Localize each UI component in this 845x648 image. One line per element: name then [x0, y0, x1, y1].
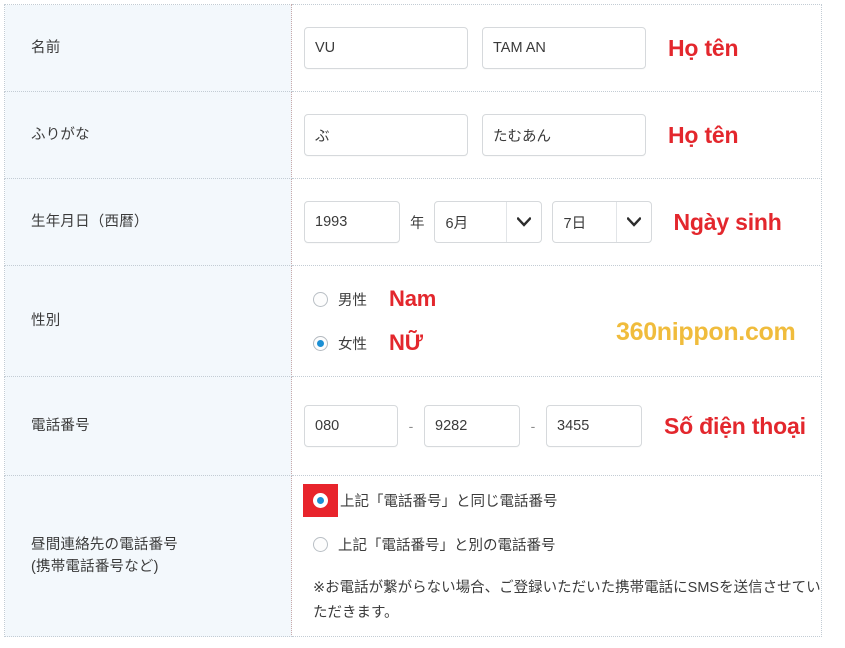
- daytime-option-other[interactable]: 上記「電話番号」と別の電話番号: [304, 530, 821, 560]
- row-fields-birthdate: 年 6月 7日 Ngày sinh: [291, 178, 822, 266]
- year-unit-label: 年: [410, 215, 425, 232]
- table-row-phone: 電話番号 - - Số điện thoại: [4, 376, 822, 476]
- phone-separator: -: [530, 418, 536, 434]
- row-label-name: 名前: [4, 4, 292, 92]
- gender-option-male[interactable]: 男性 Nam: [304, 284, 821, 314]
- phone-part3-input[interactable]: [546, 405, 642, 447]
- row-label-gender: 性別: [4, 265, 292, 377]
- radio-female-label: 女性: [338, 336, 367, 353]
- row-label-furigana: ふりがな: [4, 91, 292, 179]
- birth-month-value: 6月: [445, 215, 469, 232]
- phone-separator: -: [408, 418, 414, 434]
- table-row-furigana: ふりがな Họ tên: [4, 91, 822, 179]
- row-fields-name: Họ tên: [291, 4, 822, 92]
- annotation-female: NỮ: [389, 330, 423, 355]
- radio-other-phone[interactable]: [313, 537, 328, 553]
- annotation-male: Nam: [389, 286, 437, 311]
- radio-female[interactable]: [313, 335, 328, 351]
- annotation-name: Họ tên: [668, 34, 739, 61]
- radio-same-phone-label: 上記「電話番号」と同じ電話番号: [340, 494, 558, 511]
- row-label-daytime-phone: 昼間連絡先の電話番号 (携帯電話番号など): [4, 475, 292, 637]
- radio-same-phone[interactable]: [313, 493, 328, 509]
- label-text: 電話番号: [31, 417, 90, 434]
- chevron-down-icon[interactable]: [505, 202, 541, 242]
- label-text: 生年月日（西暦）: [31, 213, 149, 230]
- watermark: 360nippon.com: [616, 318, 796, 346]
- label-text: 性別: [31, 312, 61, 329]
- birth-day-select[interactable]: 7日: [551, 201, 652, 243]
- highlight-box: [303, 484, 338, 518]
- row-label-phone: 電話番号: [4, 376, 292, 476]
- phone-part2-input[interactable]: [424, 405, 520, 447]
- chevron-down-icon[interactable]: [615, 202, 651, 242]
- row-fields-furigana: Họ tên: [291, 91, 822, 179]
- radio-male[interactable]: [313, 291, 328, 307]
- birth-month-select[interactable]: 6月: [433, 201, 542, 243]
- label-text-line1: 昼間連絡先の電話番号: [31, 536, 178, 553]
- table-row-birthdate: 生年月日（西暦） 年 6月 7日: [4, 178, 822, 266]
- first-name-kana-input[interactable]: [482, 114, 646, 156]
- phone-part1-input[interactable]: [304, 405, 398, 447]
- daytime-phone-note: ※お電話が繋がらない場合、ご登録いただいた携帯電話にSMSを送信させていただきま…: [313, 579, 821, 621]
- annotation-furigana: Họ tên: [668, 121, 739, 148]
- annotation-phone: Số điện thoại: [664, 412, 806, 439]
- daytime-option-same[interactable]: 上記「電話番号」と同じ電話番号: [303, 484, 821, 518]
- label-text: ふりがな: [31, 126, 90, 143]
- table-row-daytime-phone: 昼間連絡先の電話番号 (携帯電話番号など) 上記「電話番号」と同じ電話番号 上記…: [4, 475, 822, 637]
- table-row-name: 名前 Họ tên: [4, 4, 822, 92]
- row-fields-phone: - - Số điện thoại: [291, 376, 822, 476]
- label-text: 名前: [31, 39, 61, 56]
- birth-year-input[interactable]: [304, 201, 400, 243]
- first-name-input[interactable]: [482, 27, 646, 69]
- birth-day-value: 7日: [563, 215, 587, 232]
- annotation-birthdate: Ngày sinh: [673, 208, 782, 235]
- last-name-input[interactable]: [304, 27, 468, 69]
- last-name-kana-input[interactable]: [304, 114, 468, 156]
- radio-male-label: 男性: [338, 292, 367, 309]
- row-fields-daytime-phone: 上記「電話番号」と同じ電話番号 上記「電話番号」と別の電話番号 ※お電話が繋がら…: [291, 475, 822, 637]
- row-label-birthdate: 生年月日（西暦）: [4, 178, 292, 266]
- radio-other-phone-label: 上記「電話番号」と別の電話番号: [338, 538, 556, 555]
- label-text-line2: (携帯電話番号など): [31, 559, 159, 575]
